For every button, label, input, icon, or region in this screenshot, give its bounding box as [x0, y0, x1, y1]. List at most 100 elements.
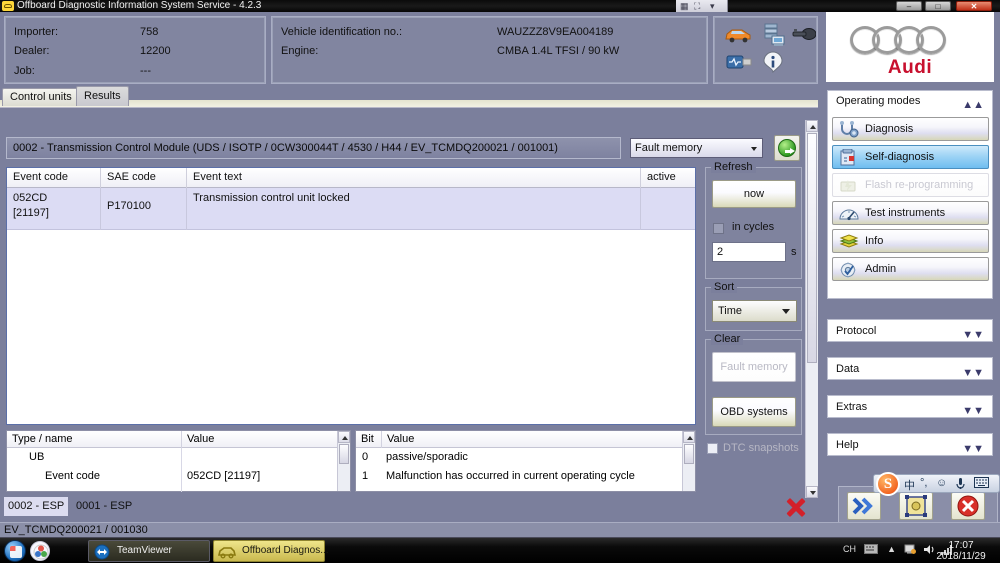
fault-memory-table[interactable]: Event code SAE code Event text active 05… — [6, 167, 696, 425]
chevron-down-icon[interactable]: ▼▼ — [962, 324, 984, 346]
sidebar-panel-help[interactable]: Help ▼▼ — [827, 433, 993, 456]
sort-select[interactable]: Time — [712, 300, 797, 322]
continue-button[interactable] — [847, 492, 881, 520]
execute-button[interactable] — [774, 135, 800, 161]
clear-fault-memory-button[interactable]: Fault memory — [712, 352, 796, 382]
screen: Offboard Diagnostic Information System S… — [0, 0, 1000, 563]
grid-icon[interactable]: ▦ — [680, 1, 689, 11]
in-cycles-checkbox[interactable] — [713, 223, 724, 234]
stethoscope-icon — [839, 121, 859, 139]
cell-active — [641, 188, 695, 230]
scroll-up-button[interactable] — [683, 431, 695, 443]
scrollbar-thumb[interactable] — [684, 444, 694, 464]
table-row[interactable]: 052CD [21197] P170100 Transmission contr… — [7, 188, 695, 230]
detail-left-table[interactable]: Type / name Value UB Event code 052CD [2… — [6, 430, 351, 492]
sidebar-panel-data[interactable]: Data ▼▼ — [827, 357, 993, 380]
chevron-down-icon[interactable]: ▼▼ — [962, 438, 984, 460]
minimize-button[interactable]: – — [896, 1, 922, 11]
key-icon[interactable] — [792, 27, 817, 41]
sidebar-panel-protocol[interactable]: Protocol ▼▼ — [827, 319, 993, 342]
module-tab-bar: 0002 - ESP 0001 - ESP — [4, 497, 304, 516]
column-active[interactable]: active — [641, 168, 695, 188]
table-row[interactable]: 0 passive/sporadic — [356, 449, 695, 466]
module-tab-0002-esp[interactable]: 0002 - ESP — [4, 497, 69, 516]
detail-left-scrollbar[interactable] — [337, 431, 350, 491]
windows-start-orb[interactable] — [4, 540, 26, 562]
taskbar-item-offboard-diagnostics[interactable]: Offboard Diagnos... — [213, 540, 329, 562]
operating-modes-header[interactable]: Operating modes ▲▲ — [828, 91, 992, 112]
detail-right-table[interactable]: Bit Value 0 passive/sporadic 1 Malfuncti… — [355, 430, 696, 492]
sidebar-item-admin[interactable]: Admin — [832, 257, 989, 281]
engine-label: Engine: — [281, 45, 319, 57]
network-icon[interactable] — [904, 544, 916, 557]
column-event-code[interactable]: Event code — [7, 168, 101, 188]
event-code-index: [21197] — [13, 207, 49, 219]
table-row[interactable]: 1 Malfunction has occurred in current op… — [356, 468, 695, 485]
chevron-down-icon[interactable]: ▾ — [710, 1, 715, 11]
refresh-now-button[interactable]: now — [712, 180, 796, 208]
ime-mode-chinese[interactable]: 中 — [904, 477, 915, 493]
resize-icon[interactable]: ⛶ — [694, 1, 700, 11]
browser-icon[interactable] — [30, 541, 50, 561]
column-type-name[interactable]: Type / name — [7, 431, 182, 448]
error-x-icon — [783, 494, 809, 520]
network-server-icon[interactable] — [761, 23, 787, 47]
column-value[interactable]: Value — [382, 431, 682, 448]
scroll-up-button[interactable] — [338, 431, 350, 443]
sidebar-item-self-diagnosis[interactable]: Self-diagnosis — [832, 145, 989, 169]
right-sidebar: Audi Operating modes ▲▲ Diagnosis Self-d… — [825, 12, 1000, 537]
tab-bar: Control units Results — [0, 86, 818, 108]
scrollbar-thumb[interactable] — [807, 133, 817, 363]
sae-code-value: P170100 — [107, 200, 152, 212]
maximize-button[interactable]: □ — [925, 1, 951, 11]
screenshot-button[interactable] — [899, 492, 933, 520]
cycle-seconds-input[interactable]: 2 — [712, 242, 786, 262]
ime-keyboard-icon[interactable] — [974, 477, 989, 491]
dtc-snapshots-checkbox[interactable] — [707, 443, 718, 454]
sidebar-panel-extras[interactable]: Extras ▼▼ — [827, 395, 993, 418]
usb-interface-icon[interactable] — [726, 53, 752, 71]
scroll-up-button[interactable] — [806, 120, 818, 132]
sidebar-panel-label: Help — [836, 439, 859, 451]
clear-obd-systems-button[interactable]: OBD systems — [712, 397, 796, 427]
sidebar-item-test-instruments[interactable]: Test instruments — [832, 201, 989, 225]
chevron-down-icon[interactable]: ▼▼ — [962, 400, 984, 422]
content-scrollbar[interactable] — [805, 120, 818, 498]
table-row[interactable]: Event code 052CD [21197] — [7, 468, 350, 485]
ime-language-indicator[interactable]: CH — [843, 544, 856, 554]
keyboard-icon[interactable] — [864, 544, 878, 556]
taskbar-clock[interactable]: 17:07 2018/11/29 — [932, 540, 990, 562]
window-extra-controls[interactable]: ▦ ⛶ ▾ — [676, 0, 728, 12]
ime-toolbar[interactable]: S 中 °, ☺ — [873, 472, 1000, 496]
scrollbar-thumb[interactable] — [339, 444, 349, 464]
taskbar-item-label: Offboard Diagnos... — [242, 545, 329, 556]
ime-emoji-icon[interactable]: ☺ — [936, 477, 947, 489]
ime-punctuation-icon[interactable]: °, — [920, 477, 927, 489]
sidebar-item-diagnosis[interactable]: Diagnosis — [832, 117, 989, 141]
column-value[interactable]: Value — [182, 431, 337, 448]
event-text-value: Transmission control unit locked — [193, 192, 350, 204]
car-icon[interactable] — [724, 27, 752, 43]
tab-results[interactable]: Results — [76, 86, 129, 106]
column-event-text[interactable]: Event text — [187, 168, 641, 188]
info-icon[interactable] — [762, 51, 784, 74]
tab-control-units[interactable]: Control units — [2, 88, 80, 106]
column-sae-code[interactable]: SAE code — [101, 168, 187, 188]
module-tab-0001-esp[interactable]: 0001 - ESP — [72, 497, 136, 516]
memory-type-select[interactable]: Fault memory — [630, 138, 763, 158]
importer-label: Importer: — [14, 26, 59, 38]
close-button[interactable]: ✕ — [956, 1, 992, 11]
teamviewer-icon — [93, 544, 111, 560]
detail-right-scrollbar[interactable] — [682, 431, 695, 491]
cancel-button[interactable] — [951, 492, 985, 520]
chevron-down-icon[interactable]: ▼▼ — [962, 362, 984, 384]
sogou-logo-icon[interactable]: S — [876, 472, 900, 496]
sidebar-item-info[interactable]: Info — [832, 229, 989, 253]
chevron-up-icon[interactable]: ▲▲ — [962, 95, 984, 115]
taskbar-item-teamviewer[interactable]: TeamViewer — [88, 540, 210, 562]
brand-name: Audi — [887, 57, 933, 78]
chevron-up-icon[interactable]: ▲ — [887, 544, 896, 554]
column-bit[interactable]: Bit — [356, 431, 382, 448]
table-row[interactable]: UB — [7, 449, 350, 466]
ime-voice-icon[interactable] — [956, 477, 965, 493]
